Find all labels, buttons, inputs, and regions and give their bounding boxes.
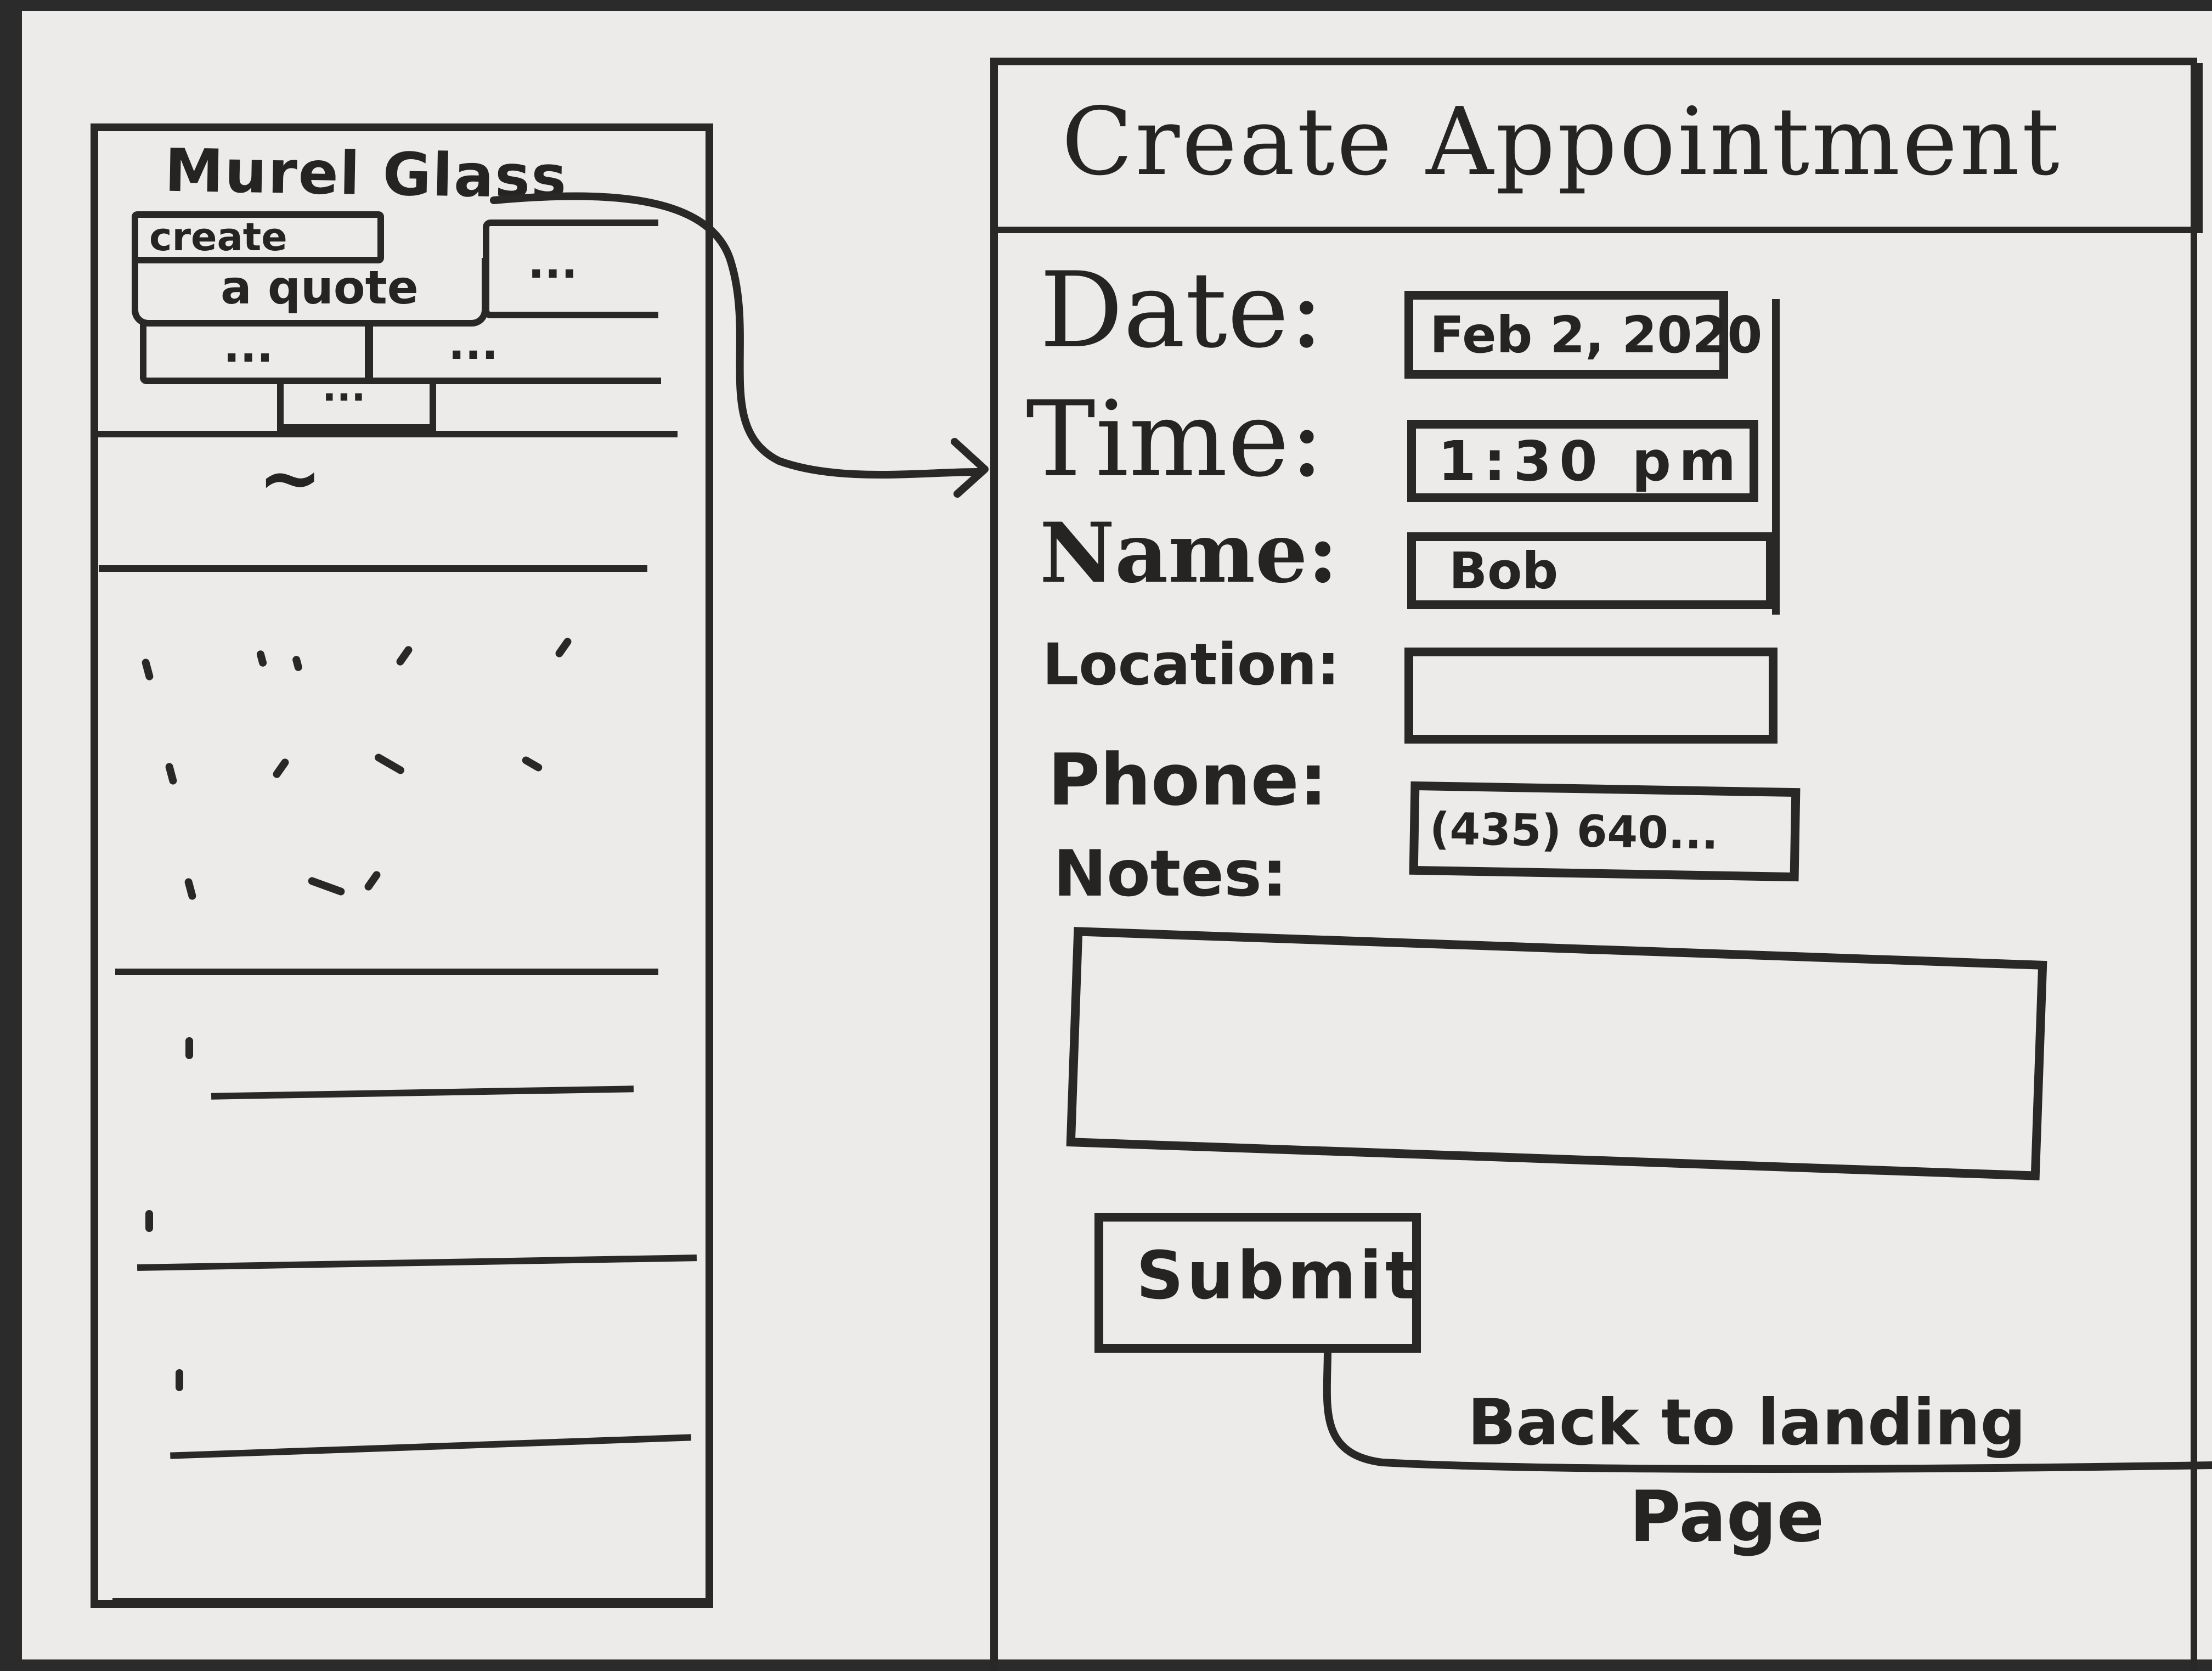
arrow-submit-to-landing [1323,1346,2212,1473]
arrow-to-form [490,192,983,479]
arrow-to-form-head [951,438,989,498]
flow-arrows [490,192,2212,1473]
